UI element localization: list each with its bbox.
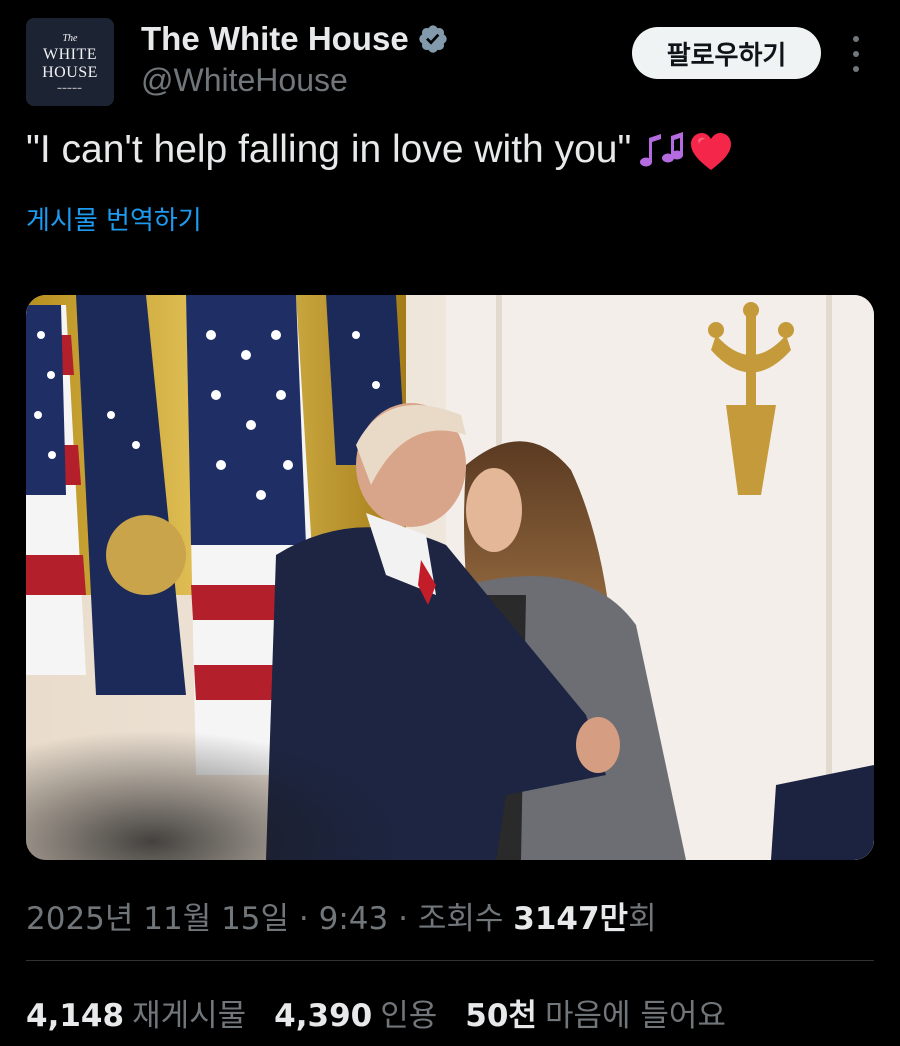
- avatar-text-house: HOUSE: [42, 64, 98, 81]
- views-suffix: 회: [628, 901, 657, 937]
- likes-count: 50천: [465, 998, 537, 1034]
- post-time[interactable]: 9:43: [319, 901, 389, 937]
- post-emojis: [639, 131, 733, 172]
- avatar-text-the: The: [62, 33, 78, 44]
- quotes-label: 인용: [380, 998, 438, 1034]
- views-count[interactable]: 3147만: [513, 901, 628, 937]
- musical-notes-icon: [640, 131, 684, 167]
- more-options-icon[interactable]: [846, 36, 866, 72]
- red-heart-icon: [691, 132, 732, 170]
- avatar-tiny-text: ▬▬▬▬▬: [57, 85, 83, 90]
- post-meta: 2025년 11월 15일 · 9:43 · 조회수 3147만회: [26, 893, 657, 938]
- reposts-count: 4,148: [26, 998, 125, 1034]
- reposts-label: 재게시물: [132, 998, 247, 1034]
- engagement-stats: 4,148 재게시물 4,390 인용 50천 마음에 들어요: [26, 990, 726, 1035]
- reposts-stat[interactable]: 4,148 재게시물: [26, 990, 246, 1035]
- more-dot: [853, 36, 859, 42]
- avatar-text-white: WHITE: [42, 46, 98, 63]
- post-date[interactable]: 2025년 11월 15일: [26, 901, 289, 937]
- quotes-count: 4,390: [274, 998, 373, 1034]
- translate-post-link[interactable]: 게시물 번역하기: [26, 200, 202, 237]
- divider: [26, 960, 874, 961]
- post-text: "I can't help falling in love with you": [26, 128, 632, 171]
- avatar[interactable]: The WHITE HOUSE ▬▬▬▬▬: [26, 18, 114, 106]
- likes-stat[interactable]: 50천 마음에 들어요: [465, 990, 726, 1035]
- quotes-stat[interactable]: 4,390 인용: [274, 990, 437, 1035]
- post-text-row: "I can't help falling in love with you": [26, 128, 733, 172]
- verified-badge-icon: [419, 25, 447, 53]
- meta-separator: ·: [398, 901, 418, 937]
- photo-illustration: [26, 295, 874, 860]
- more-dot: [853, 66, 859, 72]
- more-dot: [853, 51, 859, 57]
- post-photo[interactable]: [26, 295, 874, 860]
- author-name-row[interactable]: The White House: [141, 20, 449, 58]
- views-label: 조회수: [417, 901, 504, 937]
- likes-label: 마음에 들어요: [544, 998, 726, 1034]
- meta-separator: ·: [298, 901, 319, 937]
- display-name[interactable]: The White House: [141, 20, 409, 58]
- follow-button[interactable]: 팔로우하기: [632, 27, 821, 79]
- user-handle[interactable]: @WhiteHouse: [141, 62, 348, 99]
